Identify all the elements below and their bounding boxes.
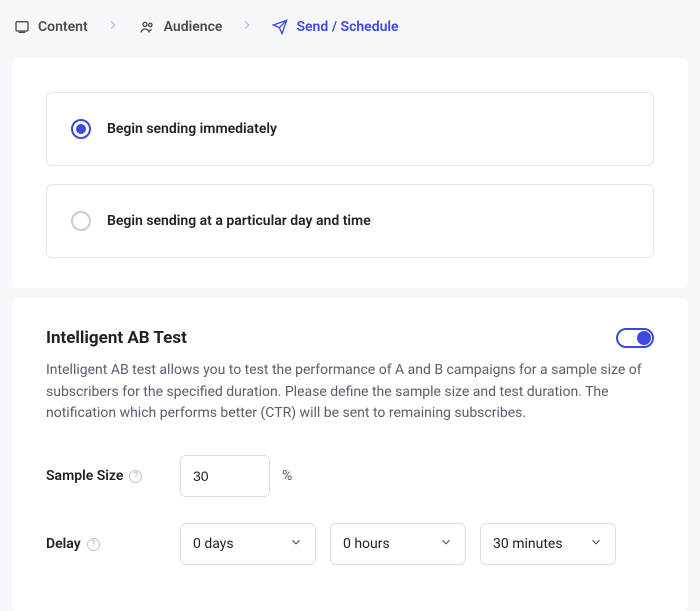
breadcrumb-label: Send / Schedule: [296, 19, 398, 35]
select-value: 0 days: [193, 536, 234, 552]
breadcrumb-label: Content: [38, 19, 88, 35]
breadcrumb-content[interactable]: Content: [14, 19, 88, 35]
breadcrumb: Content Audience Send / Schedule: [0, 0, 700, 58]
radio-send-immediately[interactable]: Begin sending immediately: [46, 92, 654, 166]
ab-test-toggle[interactable]: [616, 328, 654, 348]
content-icon: [14, 19, 30, 35]
radio-send-scheduled[interactable]: Begin sending at a particular day and ti…: [46, 184, 654, 258]
sample-size-label: Sample Size ?: [46, 468, 180, 484]
chevron-down-icon: [289, 535, 303, 553]
chevron-down-icon: [439, 535, 453, 553]
radio-label: Begin sending at a particular day and ti…: [107, 213, 371, 229]
ab-test-description: Intelligent AB test allows you to test t…: [46, 360, 654, 425]
radio-icon: [71, 211, 91, 231]
help-icon[interactable]: ?: [129, 470, 142, 483]
sample-size-input[interactable]: [180, 455, 270, 497]
breadcrumb-label: Audience: [164, 19, 223, 35]
chevron-down-icon: [589, 535, 603, 553]
send-icon: [272, 19, 288, 35]
delay-minutes-select[interactable]: 30 minutes: [480, 523, 616, 565]
radio-icon: [71, 119, 91, 139]
select-value: 30 minutes: [493, 536, 563, 552]
ab-test-title: Intelligent AB Test: [46, 328, 187, 348]
help-icon[interactable]: ?: [87, 538, 100, 551]
delay-label: Delay ?: [46, 536, 180, 552]
chevron-right-icon: [240, 18, 254, 36]
delay-days-select[interactable]: 0 days: [180, 523, 316, 565]
select-value: 0 hours: [343, 536, 390, 552]
radio-label: Begin sending immediately: [107, 121, 277, 137]
sample-size-row: Sample Size ? %: [46, 455, 654, 497]
audience-icon: [138, 19, 156, 35]
delay-hours-select[interactable]: 0 hours: [330, 523, 466, 565]
breadcrumb-audience[interactable]: Audience: [138, 19, 223, 35]
sample-size-unit: %: [282, 468, 292, 484]
breadcrumb-send-schedule[interactable]: Send / Schedule: [272, 19, 398, 35]
send-options-panel: Begin sending immediately Begin sending …: [12, 58, 688, 288]
delay-row: Delay ? 0 days 0 hours 30 minutes: [46, 523, 654, 565]
chevron-right-icon: [106, 18, 120, 36]
ab-test-panel: Intelligent AB Test Intelligent AB test …: [12, 298, 688, 611]
